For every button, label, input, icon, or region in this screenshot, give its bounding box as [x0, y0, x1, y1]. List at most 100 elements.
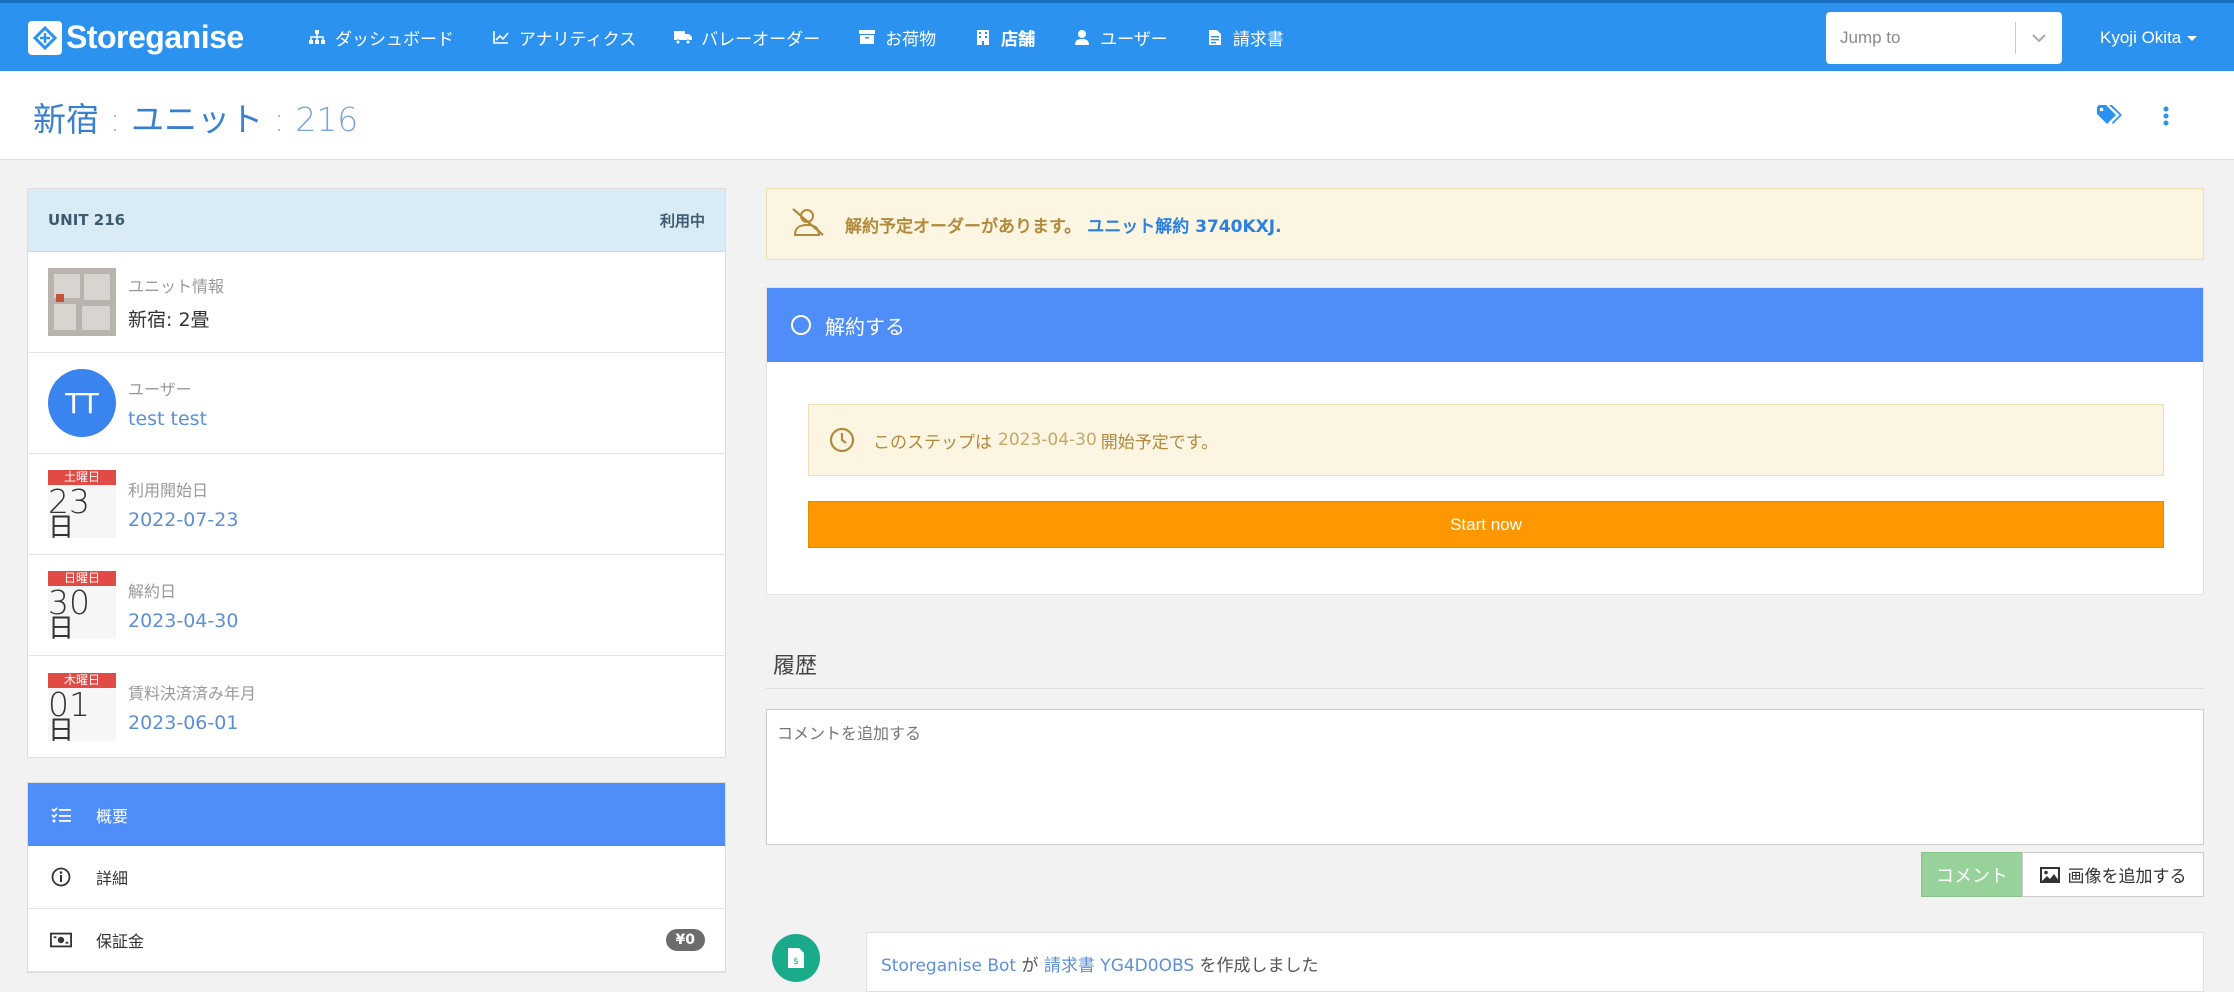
history-entry-particle: が [1021, 956, 1039, 976]
jump-to-select[interactable]: Jump to [1826, 12, 2062, 64]
step-schedule-note: このステップは 2023-04-30 開始予定です。 [808, 404, 2164, 476]
user-link[interactable]: test test [128, 408, 207, 430]
comment-button[interactable]: コメント [1921, 852, 2023, 897]
calendar-day-suffix: 日 [48, 614, 75, 639]
user-row: TT ユーザー test test [28, 353, 725, 454]
money-icon [50, 932, 72, 948]
nav-valet-orders[interactable]: バレーオーダー [674, 25, 820, 50]
storeganise-logo-icon [28, 20, 62, 55]
page-header: 新宿 : ユニット : 216 [0, 71, 2234, 160]
user-menu[interactable]: Kyoji Okita [2100, 28, 2198, 48]
step-note-post: 開始予定です。 [1100, 432, 1219, 453]
unit-panel-header: UNIT 216 利用中 [28, 189, 725, 252]
tags-icon[interactable] [2097, 105, 2123, 131]
unit-floorplan-thumbnail[interactable] [48, 268, 116, 336]
step-status-circle-icon [791, 315, 811, 335]
top-navbar: Storeganise ダッシュボード アナリティクス バレーオーダー お荷物 … [0, 0, 2234, 71]
nav-valet-orders-label: バレーオーダー [701, 29, 821, 50]
list-check-icon [50, 806, 72, 823]
avatar[interactable]: TT [48, 369, 116, 437]
info-circle-icon [50, 867, 72, 887]
step-header[interactable]: 解約する [767, 288, 2203, 362]
nav-invoices-label: 請求書 [1232, 29, 1284, 50]
more-vertical-icon[interactable] [2163, 105, 2169, 131]
calendar-icon: 土曜日 23 日 [48, 470, 116, 538]
comment-input[interactable] [766, 709, 2204, 845]
invoice-icon [1206, 29, 1224, 45]
nav-analytics-label: アナリティクス [519, 29, 637, 50]
nav-invoices[interactable]: 請求書 [1206, 25, 1284, 50]
calendar-day-suffix: 日 [48, 513, 75, 538]
sitemap-icon [308, 29, 326, 45]
nav-dashboard-label: ダッシュボード [335, 29, 454, 50]
history-title: 履歴 [773, 654, 818, 679]
nav-items[interactable]: お荷物 [858, 25, 936, 50]
brand-name: Storeganise [66, 19, 244, 55]
status-badge: 利用中 [659, 211, 705, 230]
calendar-icon: 日曜日 30 日 [48, 571, 116, 639]
add-image-label: 画像を追加する [2067, 867, 2187, 887]
history-divider [766, 688, 2204, 689]
unit-panel: UNIT 216 利用中 ユニット情報 新宿: 2畳 TT ユーザー test … [27, 188, 726, 758]
menu-item-details[interactable]: 詳細 [28, 846, 725, 909]
paid-through-value[interactable]: 2023-06-01 [128, 712, 238, 734]
jump-to-placeholder: Jump to [1840, 28, 1901, 47]
alert-text: 解約予定オーダーがあります。 [845, 216, 1082, 237]
step-note-pre: このステップは [873, 432, 992, 453]
alert-order-link[interactable]: ユニット解約 3740KXJ. [1087, 217, 1281, 237]
caret-down-icon [2187, 35, 2198, 41]
chevron-down-icon[interactable] [2016, 33, 2062, 43]
nav-sites-label: 店舗 [1001, 29, 1036, 50]
truck-icon [674, 29, 693, 45]
menu-item-deposit[interactable]: 保証金 ¥0 [28, 909, 725, 972]
menu-item-label: 保証金 [96, 932, 145, 951]
breadcrumb-site[interactable]: 新宿 [33, 100, 99, 139]
nav-dashboard[interactable]: ダッシュボード [308, 25, 454, 50]
history-entry: Storeganise Bot が 請求書 YG4D0OBS を作成しました [866, 932, 2204, 992]
paid-through-label: 賃料決済済み年月 [128, 683, 257, 703]
alert-message: 解約予定オーダーがあります。 ユニット解約 3740KXJ. [845, 212, 1282, 237]
archive-icon [858, 29, 876, 45]
start-date-label: 利用開始日 [128, 481, 209, 500]
calendar-icon: 木曜日 01 日 [48, 672, 116, 741]
nav-users[interactable]: ユーザー [1073, 25, 1168, 50]
nav-users-label: ユーザー [1100, 29, 1168, 50]
unit-info-row: ユニット情報 新宿: 2畳 [28, 252, 725, 353]
nav-items-label: お荷物 [885, 29, 937, 50]
add-image-button[interactable]: 画像を追加する [2022, 852, 2204, 897]
start-now-button[interactable]: Start now [808, 501, 2164, 548]
menu-item-label: 概要 [96, 806, 129, 826]
side-menu: 概要 詳細 保証金 ¥0 [27, 782, 726, 973]
end-date-row: 日曜日 30 日 解約日 2023-04-30 [28, 555, 725, 656]
history-entry-actor[interactable]: Storeganise Bot [881, 956, 1016, 976]
breadcrumb-separator: : [273, 100, 285, 139]
nav-sites[interactable]: 店舗 [974, 25, 1035, 50]
page-title: 新宿 : ユニット : 216 [33, 93, 358, 141]
end-date-label: 解約日 [128, 582, 177, 601]
svg-text:$: $ [793, 957, 799, 967]
start-date-row: 土曜日 23 日 利用開始日 2022-07-23 [28, 454, 725, 555]
invoice-timeline-icon: $ [772, 934, 820, 982]
unit-info-label: ユニット情報 [128, 276, 225, 296]
clock-icon [829, 427, 855, 453]
step-title: 解約する [825, 314, 905, 339]
deposit-badge: ¥0 [665, 929, 705, 951]
unit-panel-title: UNIT 216 [48, 211, 126, 229]
breadcrumb-separator: : [109, 100, 121, 139]
menu-item-overview[interactable]: 概要 [28, 783, 725, 846]
user-label: ユーザー [128, 380, 192, 399]
user-slash-icon [791, 207, 825, 241]
step-note-date: 2023-04-30 [998, 430, 1097, 450]
breadcrumb-units[interactable]: ユニット [131, 100, 263, 139]
brand-logo[interactable]: Storeganise [28, 19, 244, 56]
history-entry-invoice-link[interactable]: 請求書 YG4D0OBS [1044, 956, 1194, 976]
end-date-value[interactable]: 2023-04-30 [128, 610, 238, 632]
start-date-value[interactable]: 2022-07-23 [128, 509, 238, 531]
user-icon [1073, 29, 1091, 45]
paid-through-row: 木曜日 01 日 賃料決済済み年月 2023-06-01 [28, 656, 725, 757]
building-icon [974, 29, 992, 45]
image-icon [2039, 866, 2060, 883]
nav-analytics[interactable]: アナリティクス [492, 25, 636, 50]
chart-icon [492, 29, 510, 45]
unit-number: 216 [295, 100, 359, 139]
